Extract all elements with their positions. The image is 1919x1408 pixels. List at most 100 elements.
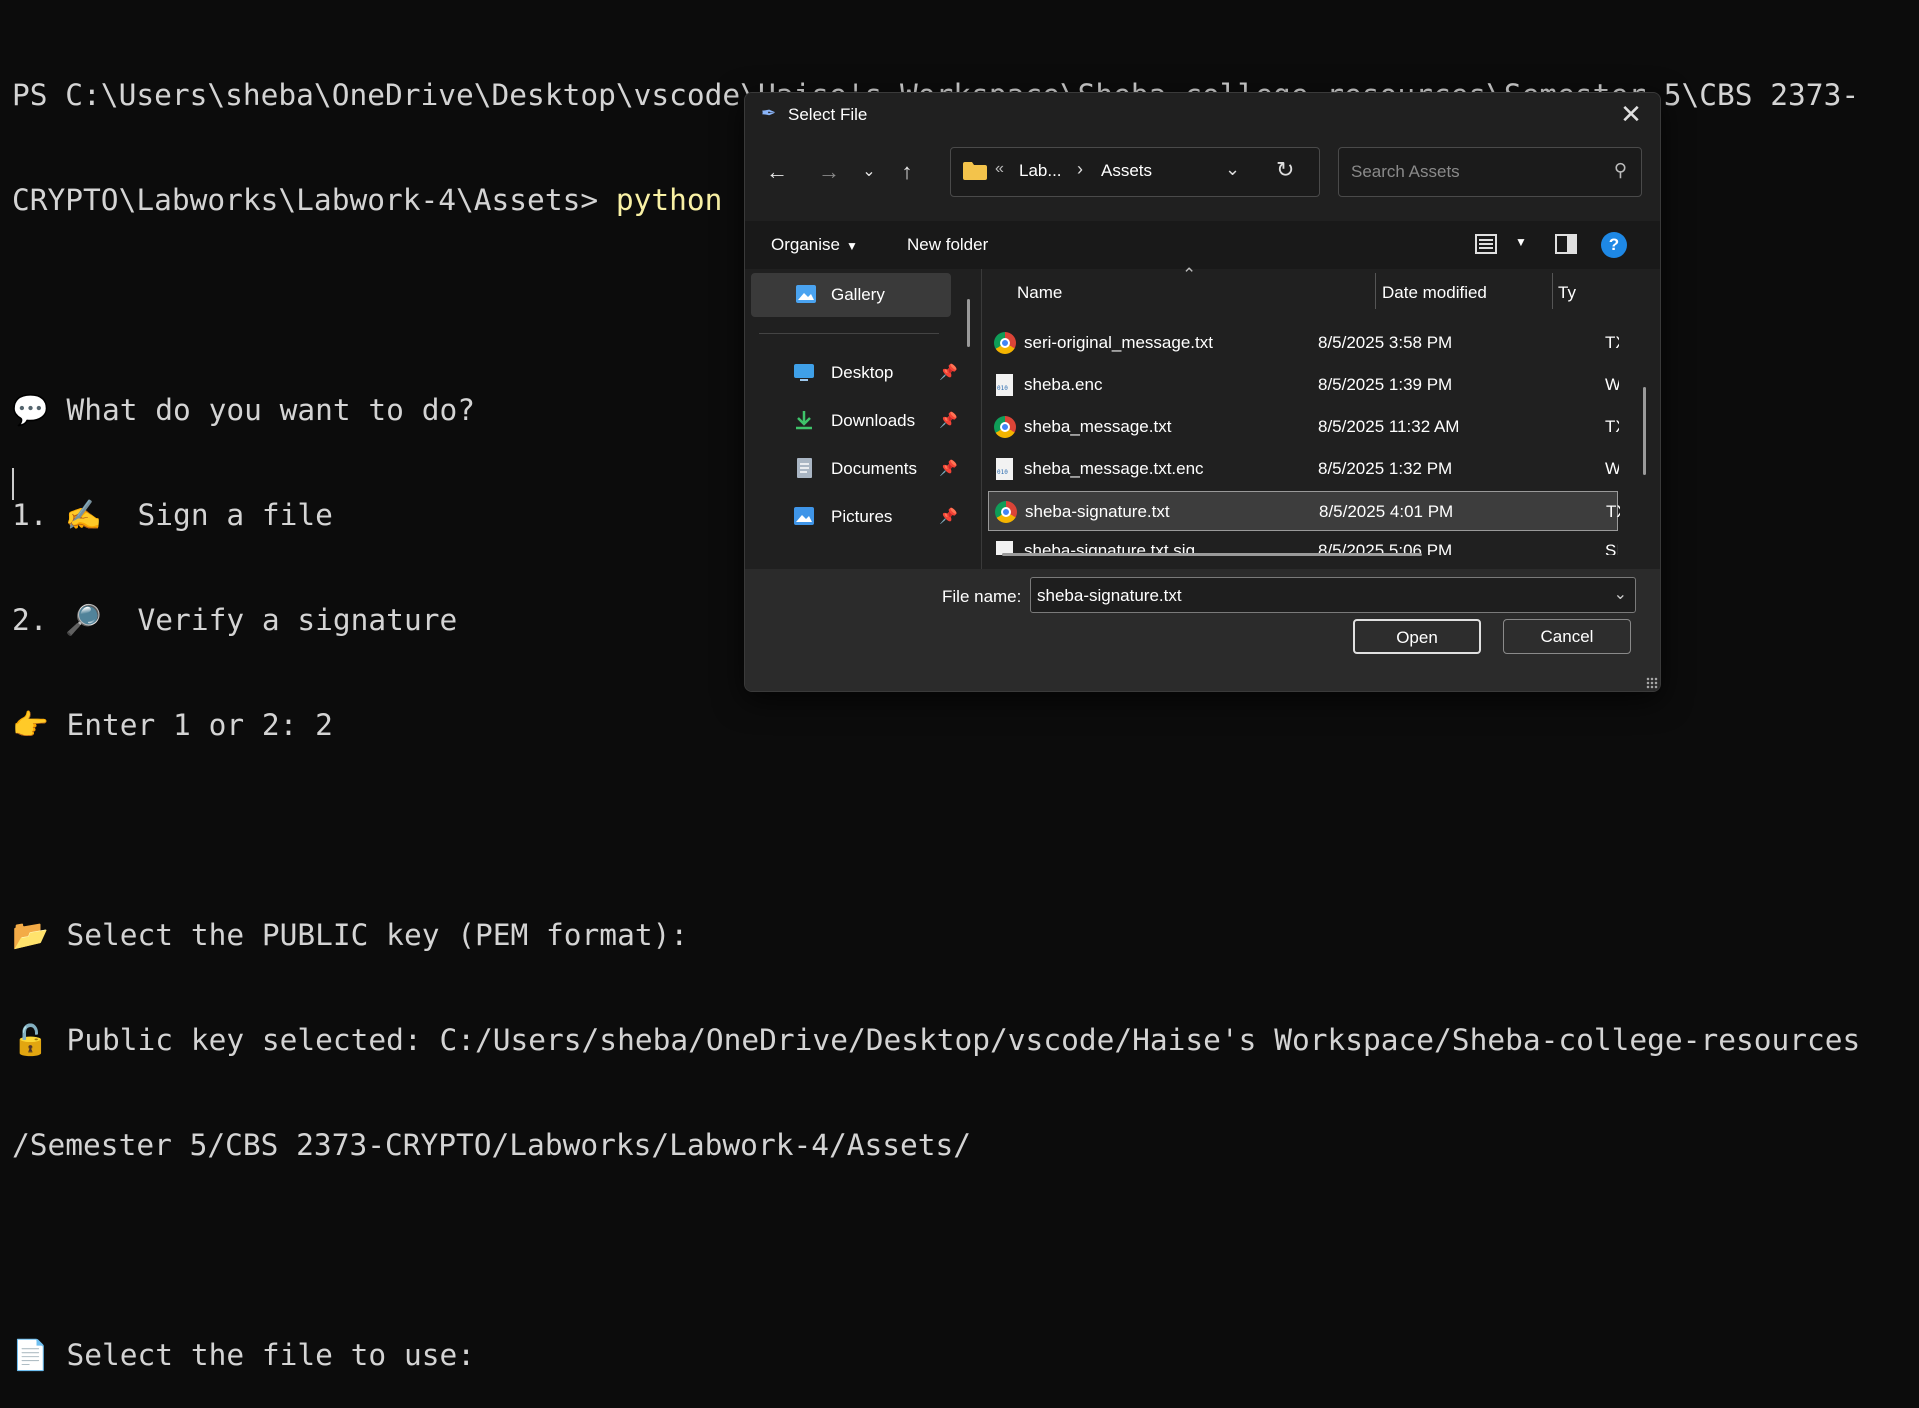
overflow-chevron-icon[interactable]: « [995, 160, 1004, 178]
file-date: 8/5/2025 1:32 PM [1318, 459, 1453, 478]
pin-icon[interactable]: 📌 [939, 459, 958, 477]
help-icon[interactable]: ? [1601, 232, 1627, 258]
breadcrumb-assets[interactable]: Assets [1101, 161, 1152, 181]
pin-icon[interactable]: 📌 [939, 411, 958, 429]
file-row[interactable]: sheba.enc 8/5/2025 1:39 PM W [988, 365, 1619, 405]
file-name: seri-original_message.txt [1024, 333, 1213, 352]
up-arrow-icon[interactable]: ↑ [893, 157, 921, 187]
column-type-label: Ty [1558, 283, 1576, 302]
view-options-icon[interactable] [1475, 233, 1497, 255]
preview-pane-icon[interactable] [1555, 234, 1577, 254]
file-list-scrollbar[interactable] [1643, 387, 1646, 475]
open-button[interactable]: Open [1353, 619, 1481, 654]
terminal-line: /Semester 5/CBS 2373-CRYPTO/Labworks/Lab… [12, 1128, 972, 1162]
nav-item-pictures[interactable]: Pictures 📌 [751, 495, 958, 539]
file-type: W [1605, 459, 1619, 479]
nav-divider [759, 333, 939, 334]
search-icon[interactable]: ⚲ [1614, 160, 1627, 181]
column-date-label: Date modified [1382, 283, 1487, 302]
pin-icon[interactable]: 📌 [939, 363, 958, 381]
navigation-bar: ← → ⌄ ↑ « Lab... › Assets ⌄ ↻ Search Ass… [745, 147, 1660, 199]
recent-locations-chevron-icon[interactable]: ⌄ [855, 157, 883, 187]
column-header-type[interactable]: Ty [1558, 269, 1578, 313]
terminal-line: 🔓 Public key selected: C:/Users/sheba/On… [12, 1023, 1861, 1057]
file-name: sheba_message.txt.enc [1024, 459, 1204, 478]
caret-down-icon[interactable]: ▼ [1515, 235, 1527, 249]
search-placeholder: Search Assets [1351, 162, 1460, 181]
file-type: TX [1605, 417, 1619, 436]
chrome-icon [995, 501, 1017, 523]
column-separator[interactable] [1375, 273, 1376, 309]
file-row[interactable]: sheba-signature.txt.sig 8/5/2025 5:06 PM… [988, 533, 1618, 555]
file-row-selected[interactable]: sheba-signature.txt 8/5/2025 4:01 PM TX [988, 491, 1620, 531]
file-date: 8/5/2025 3:58 PM [1318, 333, 1453, 352]
file-list: ⌃ Name Date modified Ty seri-original_me… [982, 265, 1660, 569]
search-box[interactable]: Search Assets ⚲ [1338, 147, 1642, 197]
close-icon[interactable]: ✕ [1616, 99, 1646, 129]
documents-icon [797, 458, 812, 478]
file-type: SI [1605, 541, 1618, 555]
address-bar[interactable]: « Lab... › Assets ⌄ ↻ [950, 147, 1320, 197]
file-name-input[interactable]: sheba-signature.txt ⌄ [1030, 577, 1636, 613]
column-separator[interactable] [1552, 273, 1553, 309]
pictures-icon [794, 507, 814, 525]
command-bar: Organise ▼ New folder ▼ ? [745, 221, 1660, 269]
nav-item-desktop[interactable]: Desktop 📌 [751, 351, 958, 395]
file-name-value: sheba-signature.txt [1037, 586, 1182, 605]
feather-icon: ✒ [761, 103, 777, 123]
nav-label: Pictures [831, 507, 893, 526]
chevron-down-icon[interactable]: ⌄ [1614, 584, 1627, 604]
file-name-label: File name: [942, 587, 1022, 606]
file-type: TX [1605, 333, 1619, 352]
download-icon [796, 411, 812, 430]
file-row[interactable]: sheba_message.txt.enc 8/5/2025 1:32 PM W [988, 449, 1619, 489]
select-file-dialog: ✒ Select File ✕ ← → ⌄ ↑ « Lab... › Asset… [744, 92, 1661, 692]
organise-label: Organise [771, 235, 840, 254]
horizontal-scrollbar[interactable] [1002, 553, 1422, 556]
back-arrow-icon[interactable]: ← [763, 157, 791, 187]
resize-grip-icon[interactable] [1646, 677, 1658, 689]
dialog-title: Select File [788, 105, 868, 124]
refresh-icon[interactable]: ↻ [1276, 157, 1294, 183]
prompt-path: CRYPTO\Labworks\Labwork-4\Assets> [12, 183, 616, 217]
dialog-footer: File name: sheba-signature.txt ⌄ Open Ca… [745, 569, 1660, 691]
breadcrumb-separator-icon: › [1077, 159, 1083, 179]
new-folder-button[interactable]: New folder [907, 235, 988, 255]
terminal-cursor[interactable] [12, 468, 14, 500]
terminal-line: 📄 Select the file to use: [12, 1338, 475, 1372]
file-name: sheba-signature.txt [1025, 502, 1170, 521]
desktop-icon [794, 364, 814, 381]
file-row[interactable]: seri-original_message.txt 8/5/2025 3:58 … [988, 323, 1619, 363]
nav-label: Desktop [831, 363, 894, 382]
terminal-line: 📂 Select the PUBLIC key (PEM format): [12, 918, 689, 952]
cancel-button[interactable]: Cancel [1503, 619, 1631, 654]
file-row[interactable]: sheba_message.txt 8/5/2025 11:32 AM TX [988, 407, 1619, 447]
caret-down-icon: ▼ [845, 239, 858, 253]
column-header-name[interactable]: ⌃ Name [982, 265, 1382, 313]
navigation-pane: Gallery Desktop 📌 Downloads 📌 Documents … [745, 269, 982, 569]
binary-file-icon [996, 458, 1013, 480]
nav-label: Gallery [831, 285, 885, 304]
column-name-label: Name [1017, 283, 1063, 302]
forward-arrow-icon[interactable]: → [815, 157, 843, 187]
nav-item-downloads[interactable]: Downloads 📌 [751, 399, 958, 443]
column-header-date[interactable]: Date modified [1380, 269, 1550, 313]
terminal-line: 👉 Enter 1 or 2: 2 [12, 708, 333, 742]
nav-item-gallery[interactable]: Gallery [751, 273, 951, 317]
binary-file-icon [996, 374, 1013, 396]
organise-menu-button[interactable]: Organise ▼ [771, 235, 858, 255]
file-name: sheba_message.txt [1024, 417, 1172, 436]
pin-icon[interactable]: 📌 [939, 507, 958, 525]
nav-label: Documents [831, 459, 917, 478]
nav-label: Downloads [831, 411, 916, 430]
sort-caret-icon: ⌃ [1182, 265, 1197, 284]
breadcrumb-labworks[interactable]: Lab... [1019, 161, 1062, 181]
address-dropdown-icon[interactable]: ⌄ [1225, 159, 1240, 180]
file-type: W [1605, 375, 1619, 395]
nav-scrollbar[interactable] [967, 299, 970, 347]
nav-item-documents[interactable]: Documents 📌 [751, 447, 958, 491]
dialog-titlebar[interactable]: ✒ Select File ✕ [745, 93, 1660, 137]
folder-icon [963, 162, 987, 180]
